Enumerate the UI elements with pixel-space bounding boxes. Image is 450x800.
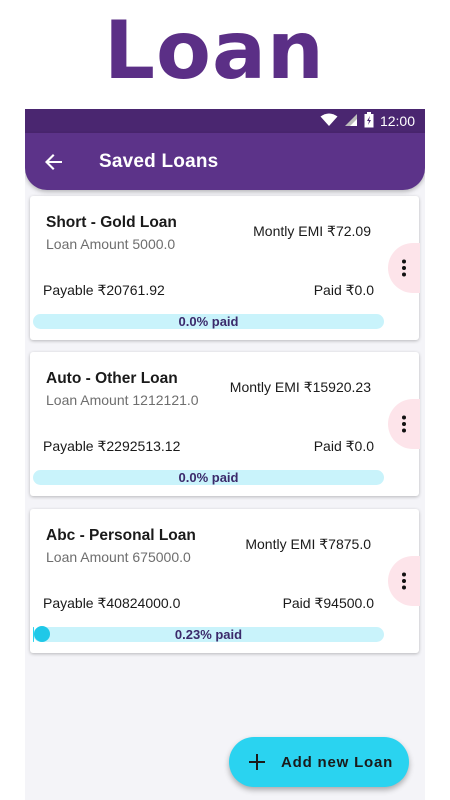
loan-emi: Montly EMI ₹15920.23: [229, 379, 371, 395]
more-vert-icon: [402, 415, 406, 433]
loan-card[interactable]: Auto - Other Loan Loan Amount 1212121.0 …: [30, 352, 420, 496]
loan-payable: Payable ₹20761.92: [43, 282, 165, 298]
progress-bar: 0.0% paid: [33, 470, 384, 485]
loan-payable: Payable ₹40824000.0: [43, 595, 181, 611]
add-new-loan-label: Add new Loan: [281, 753, 394, 771]
loan-card[interactable]: Short - Gold Loan Loan Amount 5000.0 Mon…: [30, 196, 420, 340]
promo-banner: Loan: [0, 0, 450, 108]
more-options-button[interactable]: [388, 243, 420, 293]
more-vert-icon: [402, 259, 406, 277]
more-options-button[interactable]: [388, 556, 420, 606]
loan-amount: Loan Amount 5000.0: [46, 236, 176, 252]
loan-payable: Payable ₹2292513.12: [43, 438, 181, 454]
more-vert-icon: [402, 572, 406, 590]
banner-title: Loan: [104, 4, 325, 97]
progress-label: 0.0% paid: [178, 470, 239, 485]
app-bar: Saved Loans: [25, 133, 425, 190]
battery-icon: [364, 111, 374, 131]
loan-amount: Loan Amount 1212121.0: [46, 392, 199, 408]
signal-icon: [344, 113, 358, 130]
wifi-icon: [320, 113, 338, 130]
plus-icon: [247, 752, 267, 772]
more-options-button[interactable]: [388, 399, 420, 449]
loan-paid: Paid ₹94500.0: [282, 595, 374, 611]
loan-name: Auto - Other Loan: [46, 370, 178, 387]
progress-label: 0.23% paid: [174, 627, 243, 642]
progress-label: 0.0% paid: [178, 314, 239, 329]
loan-name: Abc - Personal Loan: [46, 527, 196, 544]
loan-emi: Montly EMI ₹72.09: [253, 223, 371, 239]
loan-card[interactable]: Abc - Personal Loan Loan Amount 675000.0…: [30, 509, 420, 653]
add-new-loan-button[interactable]: Add new Loan: [229, 737, 409, 787]
loan-name: Short - Gold Loan: [46, 214, 177, 231]
loan-emi: Montly EMI ₹7875.0: [245, 536, 371, 552]
back-button[interactable]: [27, 152, 81, 172]
loan-paid: Paid ₹0.0: [313, 438, 374, 454]
status-bar: 12:00: [25, 109, 425, 133]
loan-paid: Paid ₹0.0: [313, 282, 374, 298]
loan-amount: Loan Amount 675000.0: [46, 549, 191, 565]
status-time: 12:00: [379, 113, 415, 129]
page-title: Saved Loans: [99, 150, 219, 172]
arrow-back-icon: [45, 153, 62, 170]
phone-screen: 12:00 Saved Loans Short - Gold Loan Loan…: [25, 109, 425, 800]
progress-bar: 0.23% paid: [33, 626, 384, 642]
progress-bar: 0.0% paid: [33, 314, 384, 329]
